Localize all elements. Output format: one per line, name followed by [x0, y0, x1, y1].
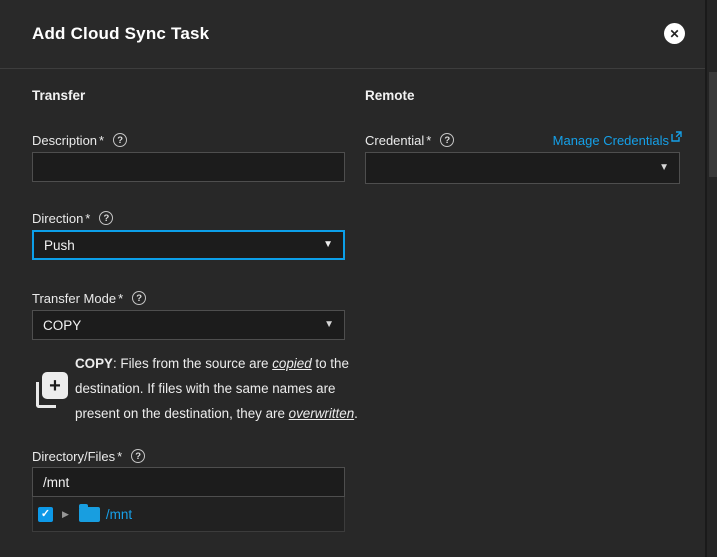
transfer-mode-label-row: Transfer Mode * ? [32, 290, 147, 306]
external-link-icon [671, 131, 682, 142]
copy-info-line1: COPY: Files from the source are copied t… [75, 351, 349, 376]
direction-value: Push [44, 237, 75, 253]
scrollbar-thumb[interactable] [709, 72, 717, 177]
copy-info-text-segment: . [354, 406, 358, 421]
dialog-title: Add Cloud Sync Task [32, 24, 210, 43]
tree-node-checkbox[interactable]: ✓ [38, 506, 53, 522]
caret-down-icon: ▼ [323, 239, 333, 250]
credential-select[interactable]: ▼ [365, 152, 680, 184]
copy-add-icon: + [36, 372, 68, 410]
direction-label: Direction [32, 210, 84, 226]
plus-glyph: + [49, 374, 61, 397]
copy-info-emphasis: overwritten [288, 406, 355, 421]
description-input[interactable] [32, 152, 345, 182]
direction-select[interactable]: Push ▼ [32, 230, 345, 260]
directory-files-label: Directory/Files [32, 448, 116, 464]
checkmark-icon: ✓ [40, 507, 51, 520]
directory-files-label-row: Directory/Files * ? [32, 448, 146, 464]
dialog-header: Add Cloud Sync Task [0, 0, 705, 69]
description-label-row: Description * ? [32, 132, 128, 148]
required-asterisk: * [85, 210, 91, 226]
copy-icon-front-sheet: + [42, 372, 68, 399]
copy-info-text-segment: : Files from the source are [112, 356, 273, 371]
transfer-mode-select[interactable]: COPY ▼ [32, 310, 345, 340]
close-button[interactable]: ✕ [664, 23, 685, 44]
close-icon: ✕ [669, 26, 680, 41]
help-icon[interactable]: ? [132, 291, 147, 305]
question-mark-glyph: ? [117, 134, 123, 146]
section-title-transfer: Transfer [32, 88, 86, 103]
required-asterisk: * [118, 290, 124, 306]
help-icon[interactable]: ? [99, 211, 114, 225]
copy-term: COPY [75, 356, 113, 371]
help-icon[interactable]: ? [131, 449, 146, 463]
help-icon[interactable]: ? [113, 133, 128, 147]
copy-info-emphasis: copied [272, 356, 312, 371]
transfer-mode-info: + COPY: Files from the source are copied… [32, 351, 358, 426]
scrollbar-track[interactable] [705, 0, 717, 557]
directory-files-input[interactable] [32, 467, 345, 497]
copy-info-text: COPY: Files from the source are copied t… [75, 351, 358, 426]
required-asterisk: * [99, 132, 105, 148]
copy-info-line3: present on the destination, they are ove… [75, 401, 358, 426]
caret-down-icon: ▼ [659, 162, 669, 173]
copy-info-line2: destination. If files with the same name… [75, 381, 336, 396]
question-mark-glyph: ? [135, 450, 142, 462]
caret-down-icon: ▼ [324, 319, 334, 330]
tree-expander-icon[interactable]: ▶ [62, 509, 69, 519]
copy-info-text-segment: present on the destination, they are [75, 406, 289, 421]
section-title-remote: Remote [365, 88, 415, 103]
manage-credentials-link[interactable]: Manage Credentials [365, 131, 682, 148]
transfer-mode-label: Transfer Mode [32, 290, 117, 306]
copy-info-text-segment: to the [311, 356, 349, 371]
transfer-mode-value: COPY [43, 317, 82, 333]
description-label: Description [32, 132, 98, 148]
folder-icon [78, 503, 100, 522]
directory-tree: ✓ ▶ /mnt [32, 497, 345, 532]
question-mark-glyph: ? [136, 292, 143, 304]
direction-label-row: Direction * ? [32, 210, 114, 226]
tree-node-label[interactable]: /mnt [106, 507, 132, 522]
required-asterisk: * [117, 448, 123, 464]
manage-credentials-label: Manage Credentials [552, 133, 669, 148]
question-mark-glyph: ? [103, 212, 110, 224]
